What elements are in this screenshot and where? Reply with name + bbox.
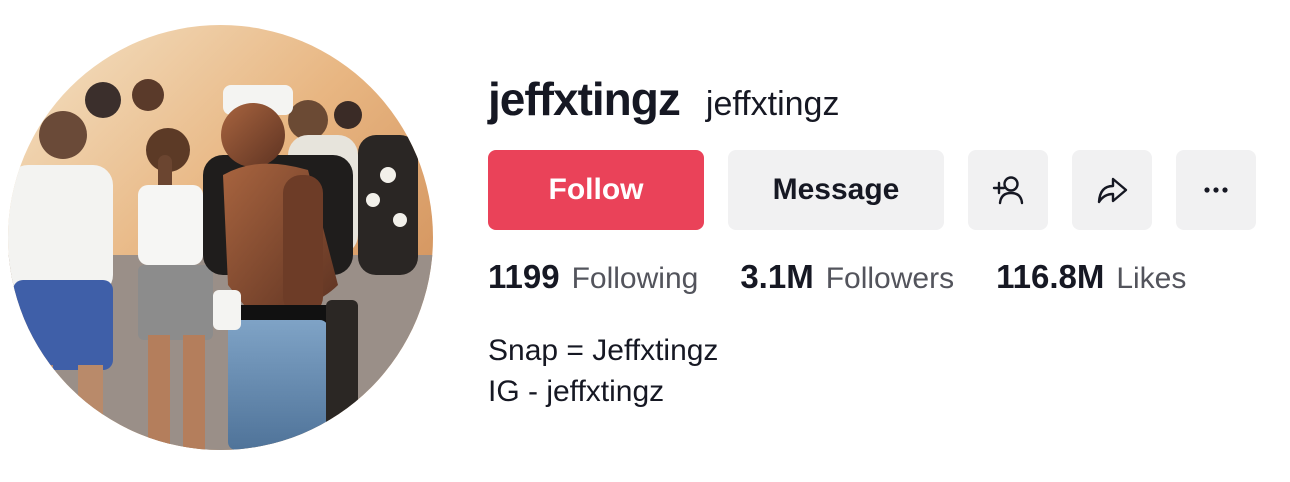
share-icon [1097,177,1128,204]
avatar[interactable] [8,25,433,450]
bio: Snap = Jeffxtingz IG - jeffxtingz [488,330,718,412]
following-label: Following [571,262,699,295]
likes-count: 116.8M [996,258,1105,295]
nickname: jeffxtingz [705,85,840,123]
add-friend-button[interactable] [968,150,1048,230]
share-button[interactable] [1072,150,1152,230]
profile-stats: 1199 Following 3.1M Followers 116.8M Lik… [488,258,1228,296]
message-button[interactable]: Message [728,150,944,230]
name-row: jeffxtingz jeffxtingz [488,72,839,126]
bio-line: Snap = Jeffxtingz [488,334,719,367]
follow-button[interactable]: Follow [488,150,704,230]
bio-line: IG - jeffxtingz [488,375,665,408]
stat-followers[interactable]: 3.1M Followers [740,258,954,296]
following-count: 1199 [488,258,560,295]
add-user-icon [992,176,1024,205]
stat-following[interactable]: 1199 Following [488,258,698,296]
avatar-photo [8,25,433,450]
followers-count: 3.1M [740,258,814,295]
likes-label: Likes [1116,262,1187,295]
more-button[interactable] [1176,150,1256,230]
followers-label: Followers [825,262,955,295]
username: jeffxtingz [488,73,681,125]
more-icon [1204,187,1228,193]
profile-header: jeffxtingz jeffxtingz Follow Message 119… [488,0,1278,482]
stat-likes: 116.8M Likes [996,258,1186,296]
action-buttons: Follow Message [488,150,1256,230]
